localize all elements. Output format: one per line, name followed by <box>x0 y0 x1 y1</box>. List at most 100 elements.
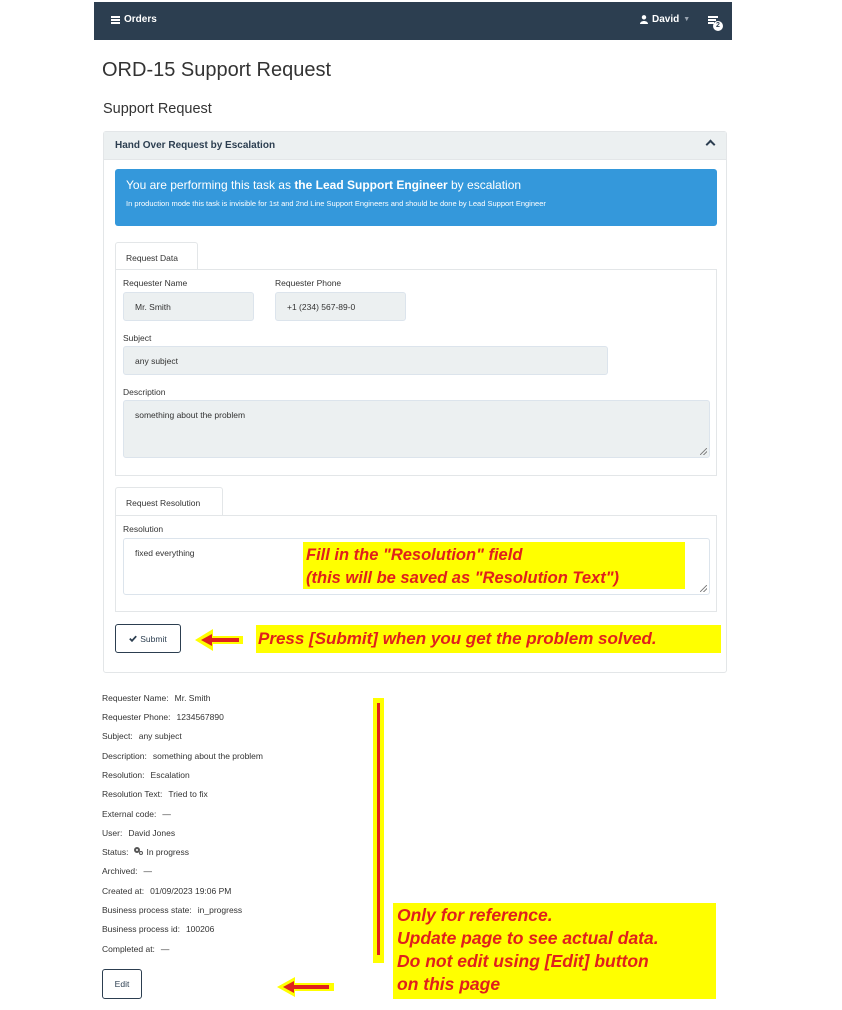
resolution-value: fixed everything <box>135 548 195 558</box>
detail-subject: Subject: any subject <box>102 731 182 741</box>
detail-value: — <box>162 809 171 819</box>
reference-note-line-1: Only for reference. <box>397 905 553 925</box>
fill-annotation-line-1: Fill in the "Resolution" field <box>306 546 523 564</box>
detail-key: Archived: <box>102 866 138 876</box>
tab-request-resolution-label: Request Resolution <box>126 498 201 508</box>
requester-phone-label: Requester Phone <box>275 278 342 288</box>
orders-nav-link[interactable]: Orders <box>111 14 157 25</box>
requester-name-field[interactable]: Mr. Smith <box>123 292 254 321</box>
edit-arrow-icon <box>277 977 334 997</box>
detail-key: Requester Name: <box>102 693 169 703</box>
tab-request-resolution[interactable]: Request Resolution <box>115 487 223 515</box>
detail-external-code: External code: — <box>102 809 171 819</box>
detail-value: Mr. Smith <box>174 693 211 703</box>
detail-requester-phone: Requester Phone: 1234567890 <box>102 712 224 722</box>
subject-field[interactable]: any subject <box>123 346 608 375</box>
detail-key: Subject: <box>102 731 133 741</box>
detail-value: — <box>160 944 170 954</box>
detail-value: something about the problem <box>152 751 263 761</box>
chevron-down-icon: ▼ <box>683 16 691 23</box>
detail-value: — <box>143 866 152 876</box>
edit-button-label: Edit <box>114 979 130 989</box>
page-subtitle: Support Request <box>103 101 212 117</box>
task-panel-header[interactable]: Hand Over Request by Escalation <box>104 132 726 160</box>
detail-description: Description: something about the problem <box>102 751 263 761</box>
requester-phone-field[interactable]: +1 (234) 567-89-0 <box>275 292 406 321</box>
role-alert: You are performing this task as the Lead… <box>115 169 717 226</box>
press-submit-annotation-text: Press [Submit] when you get the problem … <box>258 629 657 648</box>
description-label: Description <box>123 387 166 397</box>
detail-completed-at: Completed at: — <box>102 944 169 954</box>
reference-note-line-4: on this page <box>397 974 501 994</box>
detail-value: In progress <box>146 847 189 857</box>
reference-note-line-3: Do not edit using [Edit] button <box>397 951 649 971</box>
detail-status: Status: In progress <box>102 847 189 857</box>
user-icon <box>640 15 648 24</box>
resize-handle-icon[interactable] <box>700 448 707 455</box>
task-panel-title: Hand Over Request by Escalation <box>115 140 276 151</box>
role-alert-role: the Lead Support Engineer <box>294 178 448 192</box>
detail-key: Description: <box>102 751 147 761</box>
reference-note-annotation: Only for reference. Update page to see a… <box>393 903 716 999</box>
requester-name-label: Requester Name <box>123 278 188 288</box>
edit-button[interactable]: Edit <box>102 969 142 999</box>
notifications-button[interactable]: 2 <box>706 14 724 32</box>
reference-bracket-line <box>377 703 380 955</box>
detail-value: 01/09/2023 19:06 PM <box>150 886 232 896</box>
detail-resolution-text: Resolution Text: Tried to fix <box>102 789 208 799</box>
detail-key: Resolution Text: <box>102 789 163 799</box>
request-data-section: Requester Name Mr. Smith Requester Phone… <box>115 269 717 476</box>
fill-resolution-annotation: Fill in the "Resolution" field (this wil… <box>303 542 685 589</box>
detail-business-process-state: Business process state: in_progress <box>102 905 242 915</box>
description-field[interactable]: something about the problem <box>123 400 710 458</box>
subject-label: Subject <box>123 333 152 343</box>
detail-value: 100206 <box>185 924 215 934</box>
detail-key: Requester Phone: <box>102 712 171 722</box>
detail-business-process-id: Business process id: 100206 <box>102 924 214 934</box>
resize-handle-icon[interactable] <box>700 585 707 592</box>
reference-bracket <box>373 698 384 963</box>
task-panel: Hand Over Request by Escalation You are … <box>103 131 727 673</box>
detail-resolution: Resolution: Escalation <box>102 770 190 780</box>
list-icon <box>111 15 120 24</box>
submit-button[interactable]: Submit <box>115 624 181 653</box>
role-alert-note: In production mode this task is invisibl… <box>126 199 546 208</box>
detail-created-at: Created at: 01/09/2023 19:06 PM <box>102 886 231 896</box>
detail-value: in_progress <box>197 905 243 915</box>
detail-key: Status: <box>102 847 129 857</box>
detail-key: Business process id: <box>102 924 180 934</box>
press-submit-annotation: Press [Submit] when you get the problem … <box>256 625 721 653</box>
tab-request-data[interactable]: Request Data <box>115 242 198 270</box>
user-name: David <box>652 14 680 25</box>
top-navbar: Orders David ▼ 2 <box>94 2 732 40</box>
description-value: something about the problem <box>135 410 246 420</box>
detail-key: Created at: <box>102 886 145 896</box>
role-alert-message: You are performing this task as the Lead… <box>126 178 706 192</box>
detail-key: Resolution: <box>102 770 145 780</box>
fill-annotation-line-2: (this will be saved as "Resolution Text"… <box>306 569 620 587</box>
page-title: ORD-15 Support Request <box>102 59 332 81</box>
reference-note-line-2: Update page to see actual data. <box>397 928 659 948</box>
role-alert-prefix: You are performing this task as <box>126 178 295 192</box>
detail-value: Tried to fix <box>168 789 208 799</box>
detail-key: User: <box>102 828 123 838</box>
chevron-up-icon[interactable] <box>705 139 716 150</box>
detail-key: External code: <box>102 809 157 819</box>
role-alert-suffix: by escalation <box>447 178 522 192</box>
tab-request-data-label: Request Data <box>126 253 178 263</box>
gears-icon <box>134 847 144 856</box>
check-icon <box>129 635 138 642</box>
detail-requester-name: Requester Name: Mr. Smith <box>102 693 211 703</box>
submit-arrow-icon <box>195 629 243 651</box>
notification-count-badge: 2 <box>713 21 723 31</box>
detail-value: 1234567890 <box>176 712 224 722</box>
detail-key: Business process state: <box>102 905 192 915</box>
resolution-label: Resolution <box>123 524 164 534</box>
detail-user: User: David Jones <box>102 828 175 838</box>
submit-button-label: Submit <box>140 633 167 644</box>
detail-value: any subject <box>138 731 182 741</box>
detail-key: Completed at: <box>102 944 155 954</box>
user-menu[interactable]: David ▼ <box>640 14 690 25</box>
detail-value: Escalation <box>150 770 190 780</box>
orders-nav-label: Orders <box>124 14 157 25</box>
